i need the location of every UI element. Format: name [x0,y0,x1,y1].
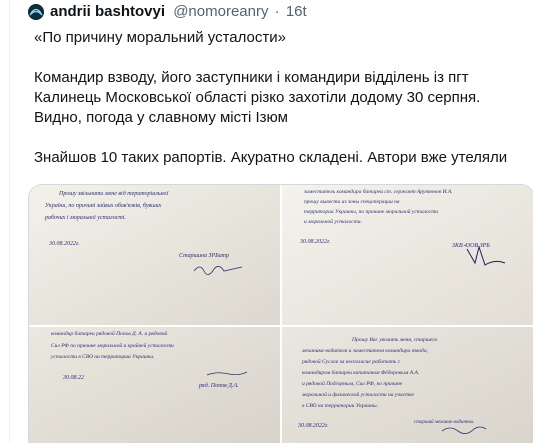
handwriting-date: 30.08.22 [62,375,84,381]
handwriting-line: командир батареи рядовой Попов Д. А. и р… [51,330,167,337]
handwriting-date: 30.08.2022г. [299,239,331,245]
separator-dot: · [274,3,280,20]
handwriting-line: заместитель командира батареи ст. сержан… [303,188,453,195]
author-handle[interactable]: @nomoreanry [173,3,268,20]
handwriting-line: территории Украины, по причине моральной… [304,208,438,215]
signature-caption: ряд. Попов Д.А. [198,382,239,389]
timestamp[interactable]: 16t [286,3,307,20]
handwriting-line: рядовой Суслов за несогласие работать с [301,358,401,365]
handwriting-line: рабочих і моральної усталості. [44,214,126,221]
handwriting-line: Прошу Вас уволить меня, старшего [351,337,437,343]
photo-3[interactable]: командир батареи рядовой Попов Д. А. и р… [29,327,280,443]
handwriting-date: 30.08.2022г. [48,241,80,247]
media-grid[interactable]: Прошу звільнити мене від територіальної … [28,184,533,443]
handwriting-line: и рядовой Подгорным, Сил РФ, по причине [302,380,403,387]
photo-1[interactable]: Прошу звільнити мене від територіальної … [29,185,280,325]
signature-caption: 3КВ 43ОВ ЗРБ [451,242,490,249]
handwriting-line: Прошу звільнити мене від територіальної [58,190,169,197]
tweet-header: andrii bashtovyi @nomoreanry · 16t [50,3,307,23]
left-column-edge [0,0,10,442]
handwriting-line: України, по причині зайвих обов'язків, б… [45,202,162,209]
handwriting-line: в СВО на территории Украины. [302,403,378,409]
text-line: Знайшов 10 таких рапортів. Акуратно скла… [34,149,508,166]
tweet-card[interactable]: andrii bashtovyi @nomoreanry · 16t «По п… [14,0,533,443]
author-name[interactable]: andrii bashtovyi [50,3,165,20]
handwriting-line: прошу вывести из зоны спецоперации на [304,199,400,205]
handwriting-line: командиром батареи капитаном Фёдоровым А… [302,369,419,376]
signature-caption: старший механик-водитель [414,419,474,425]
photo-4[interactable]: Прошу Вас уволить меня, старшего механик… [282,327,533,443]
text-line: Видно, погода у славному місті Ізюм [34,109,288,126]
handwriting-date: 30.08.2022г. [297,423,329,429]
tweet-text: «По причину моральний усталости» Команди… [34,28,533,168]
text-line: Калинець Московської області різко захот… [34,89,481,106]
avatar[interactable] [28,4,44,20]
handwriting-line: усталости в СВО на территории Украины. [50,354,154,360]
photo-2[interactable]: заместитель командира батареи ст. сержан… [282,185,533,325]
handwriting-line: и моральной усталости. [304,218,362,225]
signature-caption: Старшина ЗРБатр [179,253,229,259]
text-line: «По причину моральний усталости» [34,29,286,46]
handwriting-line: моральной и физической усталости на учас… [301,391,415,398]
handwriting-line: Сил РФ по причине моральной и крайней ус… [51,342,174,349]
text-line: Командир взводу, його заступники і коман… [34,69,469,86]
handwriting-line: механика-водителя и заместителя командир… [301,347,429,354]
